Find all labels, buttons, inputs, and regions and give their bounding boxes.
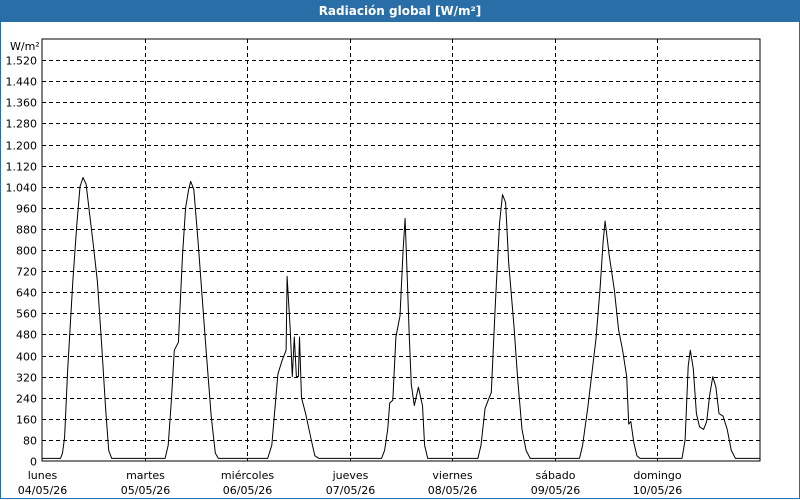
y-tick-label: 320 <box>16 372 37 385</box>
y-tick-label: 560 <box>16 308 37 321</box>
y-tick-label: 240 <box>16 393 37 406</box>
x-tick-day-label: lunes <box>28 469 58 482</box>
x-tick-day-label: viernes <box>432 469 472 482</box>
y-tick-label: 960 <box>16 203 37 216</box>
y-axis-label: W/m² <box>10 40 40 53</box>
x-tick-date-label: 05/05/26 <box>121 484 170 497</box>
y-tick-label: 400 <box>16 351 37 364</box>
y-tick-label: 1.360 <box>6 97 38 110</box>
y-tick-label: 0 <box>30 456 37 469</box>
y-tick-label: 720 <box>16 266 37 279</box>
x-tick-day-label: sábado <box>536 469 576 482</box>
y-tick-label: 800 <box>16 245 37 258</box>
x-tick-day-label: martes <box>126 469 165 482</box>
y-tick-label: 640 <box>16 287 37 300</box>
x-tick-date-label: 07/05/26 <box>326 484 375 497</box>
y-tick-label: 1.040 <box>6 182 38 195</box>
radiation-series-line <box>42 177 760 459</box>
y-tick-label: 1.200 <box>6 140 38 153</box>
x-tick-day-label: miércoles <box>221 469 274 482</box>
x-tick-date-label: 04/05/26 <box>18 484 67 497</box>
x-tick-date-label: 10/05/26 <box>633 484 682 497</box>
x-tick-day-label: jueves <box>332 469 369 482</box>
y-tick-label: 880 <box>16 224 37 237</box>
chart-plot-area: 0 80 160 240 320 400 480 560 640 720 800 880 960 1.04… <box>6 38 761 497</box>
y-tick-label: 1.120 <box>6 161 38 174</box>
y-tick-label: 160 <box>16 414 37 427</box>
x-tick-date-label: 09/05/26 <box>531 484 580 497</box>
x-tick-date-label: 06/05/26 <box>223 484 272 497</box>
y-tick-label: 1.520 <box>6 55 38 68</box>
y-tick-label: 480 <box>16 329 37 342</box>
y-tick-label: 1.280 <box>6 118 38 131</box>
x-tick-day-label: domingo <box>633 469 681 482</box>
y-tick-label: 1.440 <box>6 76 38 89</box>
x-tick-date-label: 08/05/26 <box>428 484 477 497</box>
y-tick-label: 80 <box>23 435 37 448</box>
